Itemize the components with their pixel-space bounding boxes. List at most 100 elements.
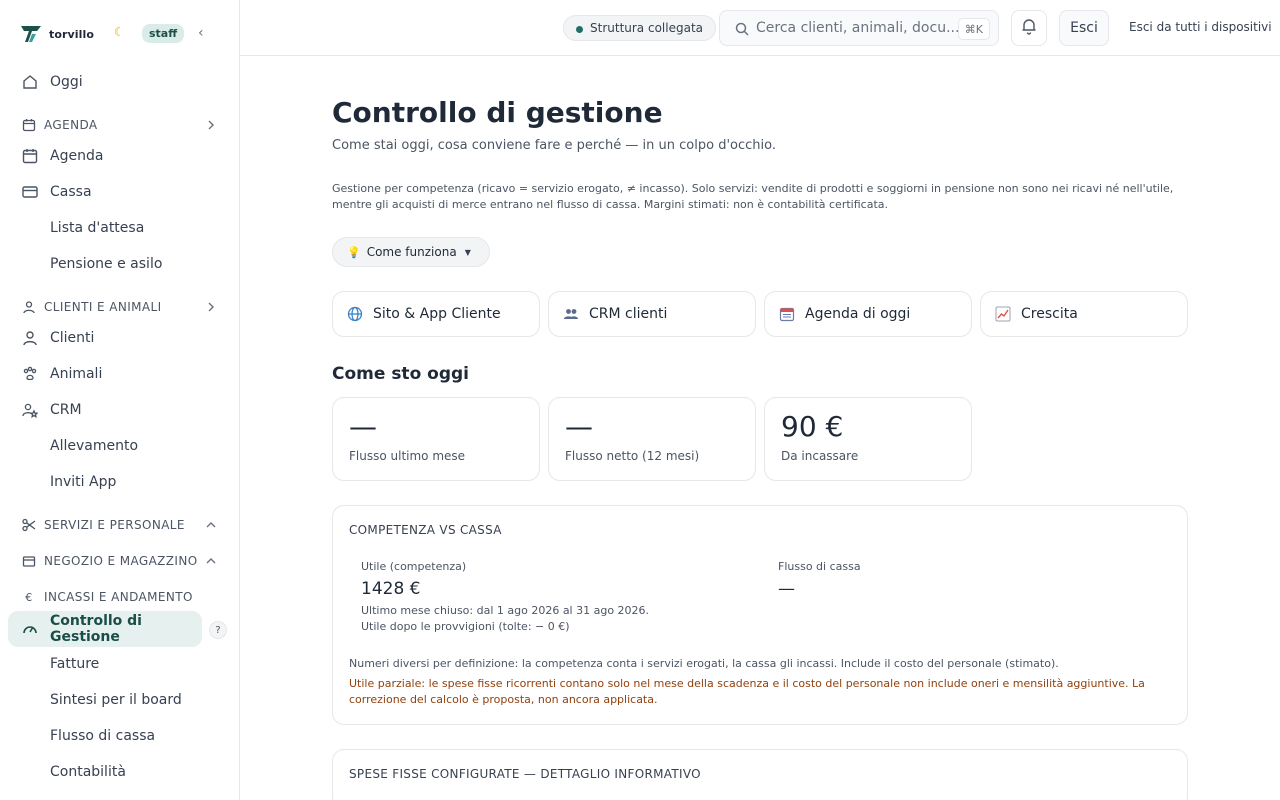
status-label: Struttura collegata [590, 21, 703, 35]
section-title-today: Come sto oggi [332, 364, 470, 384]
sidebar-section-label: SERVIZI E PERSONALE [44, 518, 185, 532]
card-icon [21, 183, 39, 201]
logout-all-link[interactable]: Esci da tutti i dispositivi [1129, 20, 1272, 34]
cashflow-column: Flusso di cassa — [778, 560, 861, 599]
sidebar-item-clients[interactable]: Clienti [8, 320, 232, 356]
profit-period-note: Ultimo mese chiuso: dal 1 ago 2026 al 31… [361, 604, 650, 617]
quick-link-agenda-today[interactable]: Agenda di oggi [764, 291, 972, 337]
search-placeholder: Cerca clienti, animali, docu... [756, 20, 960, 36]
search-icon [734, 21, 750, 37]
kpi-card-last-month-flow: — Flusso ultimo mese [332, 397, 540, 481]
sidebar-item-breeding[interactable]: Allevamento [8, 428, 232, 464]
profit-column: Utile (competenza) 1428 € Ultimo mese ch… [361, 560, 649, 635]
role-badge: staff [142, 24, 185, 43]
calendar-icon [779, 306, 795, 322]
partial-profit-warning: Utile parziale: le spese fisse ricorrent… [349, 677, 1145, 706]
moon-icon[interactable]: ☾ [114, 25, 125, 39]
sidebar-item-cashflow[interactable]: Flusso di cassa [8, 718, 232, 754]
caret-down-icon: ▼ [464, 247, 471, 257]
sidebar-item-animals[interactable]: Animali [8, 356, 232, 392]
bell-icon [1020, 17, 1038, 39]
notifications-button[interactable] [1011, 10, 1047, 46]
kpi-value: — [349, 410, 377, 443]
sidebar-section-income[interactable]: € INCASSI E ANDAMENTO [8, 585, 232, 609]
sidebar-section-services[interactable]: SERVIZI E PERSONALE [8, 513, 232, 537]
sidebar-item-label: CRM [50, 402, 82, 418]
sidebar-item-label: Contabilità [50, 764, 126, 780]
sidebar-item-cassa[interactable]: Cassa [8, 174, 232, 210]
sidebar-item-label: Clienti [50, 330, 95, 346]
sidebar: torvillo ☾ staff ‹ Oggi AGENDA Agenda Ca… [0, 0, 240, 800]
sidebar-item-label: Pensione e asilo [50, 256, 163, 272]
page-title: Controllo di gestione [332, 96, 663, 129]
user-icon [21, 299, 37, 315]
sidebar-section-label: NEGOZIO E MAGAZZINO [44, 554, 198, 568]
search-input[interactable]: Cerca clienti, animali, docu... ⌘K [719, 10, 999, 46]
calendar-icon [21, 147, 39, 165]
scissors-icon [21, 517, 37, 533]
kpi-value: — [565, 410, 593, 443]
sidebar-item-accounting[interactable]: Contabilità [8, 754, 232, 790]
kpi-value: 90 € [781, 410, 844, 443]
page-subtitle: Come stai oggi, cosa conviene fare e per… [332, 138, 776, 153]
sidebar-section-shop[interactable]: NEGOZIO E MAGAZZINO [8, 549, 232, 573]
topbar: Struttura collegata Cerca clienti, anima… [240, 0, 1280, 56]
help-button[interactable]: ? [209, 621, 227, 639]
chevron-up-icon [205, 519, 217, 531]
kpi-row: — Flusso ultimo mese — Flusso netto (12 … [332, 397, 1188, 481]
quick-link-label: CRM clienti [589, 306, 668, 322]
sidebar-item-invoices[interactable]: Fatture [8, 646, 232, 682]
sidebar-item-boarding[interactable]: Pensione e asilo [8, 246, 232, 282]
sidebar-item-label: Fatture [50, 656, 100, 672]
profit-value: 1428 € [361, 579, 421, 599]
kpi-label: Flusso ultimo mese [349, 449, 466, 463]
sidebar-item-board[interactable]: Sintesi per il board [8, 682, 232, 718]
how-it-works-button[interactable]: 💡 Come funziona ▼ [332, 237, 490, 267]
sidebar-item-invites[interactable]: Inviti App [8, 464, 232, 500]
sidebar-item-label: Cassa [50, 184, 92, 200]
status-dot-icon [576, 26, 583, 33]
sidebar-item-label: Allevamento [50, 438, 139, 454]
people-icon [563, 306, 579, 322]
quick-link-label: Sito & App Cliente [373, 306, 501, 322]
home-icon [21, 73, 39, 91]
globe-icon [347, 306, 363, 322]
quick-link-label: Agenda di oggi [805, 306, 911, 322]
sidebar-item-label: Flusso di cassa [50, 728, 156, 744]
sidebar-section-label: CLIENTI E ANIMALI [44, 300, 162, 314]
brand-name: torvillo [49, 27, 95, 41]
quick-link-site-app[interactable]: Sito & App Cliente [332, 291, 540, 337]
profit-commission-note: Utile dopo le provvigioni (tolte: − 0 €) [361, 620, 570, 633]
quick-link-growth[interactable]: Crescita [980, 291, 1188, 337]
card-title: SPESE FISSE CONFIGURATE — DETTAGLIO INFO… [349, 767, 701, 781]
chevron-up-icon [205, 555, 217, 567]
brand: torvillo ☾ staff ‹ [20, 22, 220, 46]
how-it-works-label: Come funziona [366, 245, 457, 259]
box-icon [21, 553, 37, 569]
sidebar-item-label: Inviti App [50, 474, 117, 490]
cashflow-value: — [778, 579, 795, 599]
torvillo-logo-icon[interactable] [20, 23, 42, 45]
sidebar-item-label: Controllo di Gestione [50, 613, 142, 645]
collapse-sidebar-icon[interactable]: ‹ [198, 24, 212, 42]
sidebar-item-control[interactable]: Controllo di Gestione [8, 611, 202, 647]
sidebar-item-waitlist[interactable]: Lista d'attesa [8, 210, 232, 246]
user-icon [21, 329, 39, 347]
chevron-right-icon [205, 301, 217, 313]
sidebar-item-agenda[interactable]: Agenda [8, 138, 232, 174]
logout-button[interactable]: Esci [1059, 10, 1109, 46]
search-shortcut: ⌘K [957, 18, 990, 40]
sidebar-section-label: AGENDA [44, 118, 98, 132]
quick-link-crm[interactable]: CRM clienti [548, 291, 756, 337]
connection-status-badge: Struttura collegata [563, 15, 716, 41]
sidebar-item-label: Oggi [50, 74, 83, 90]
disclaimer-text: Gestione per competenza (ricavo = serviz… [332, 182, 1174, 211]
euro-icon: € [25, 590, 33, 604]
card-description: Numeri diversi per definizione: la compe… [349, 657, 1059, 670]
sidebar-section-clients[interactable]: CLIENTI E ANIMALI [8, 295, 232, 319]
sidebar-section-agenda[interactable]: AGENDA [8, 113, 232, 137]
sidebar-item-today[interactable]: Oggi [8, 64, 232, 100]
kpi-card-receivable: 90 € Da incassare [764, 397, 972, 481]
sidebar-item-crm[interactable]: CRM [8, 392, 232, 428]
sidebar-section-label: INCASSI E ANDAMENTO [44, 590, 193, 604]
